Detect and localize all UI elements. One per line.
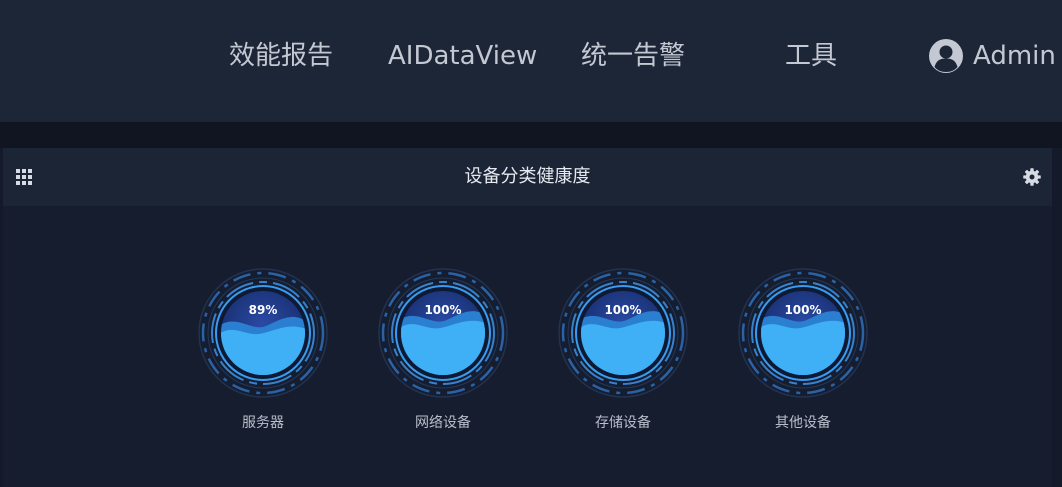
content-gap [0, 122, 1062, 148]
health-gauge: 100% 其他设备 [736, 266, 870, 436]
user-circle-icon [929, 39, 963, 73]
health-gauge: 89% 服务器 [196, 266, 330, 436]
gauge-ring: 100% [738, 268, 868, 398]
gauge-ring: 100% [558, 268, 688, 398]
nav-item-aidataview[interactable]: AIDataView [388, 36, 537, 76]
gauge-label: 网络设备 [415, 415, 471, 431]
nav-item-tools[interactable]: 工具 [785, 36, 837, 76]
nav-item-unified-alarm[interactable]: 统一告警 [581, 36, 685, 76]
gauge-percent: 100% [604, 303, 641, 317]
gauge-label: 存储设备 [595, 415, 651, 431]
health-gauge: 100% 网络设备 [376, 266, 510, 436]
gauge-percent: 100% [784, 303, 821, 317]
gauge-ring: 100% [378, 268, 508, 398]
user-name: Admin [973, 41, 1056, 71]
nav-item-performance-report[interactable]: 效能报告 [229, 36, 333, 76]
device-health-panel: 设备分类健康度 89% 服务器 100% 网络设备 100% 存储设备 100%… [3, 148, 1052, 487]
panel-title: 设备分类健康度 [464, 166, 591, 187]
gauge-label: 其他设备 [775, 415, 831, 431]
gauge-percent: 89% [249, 303, 278, 317]
gear-icon[interactable] [1022, 167, 1042, 187]
user-menu[interactable]: Admin [928, 36, 1056, 76]
health-gauge: 100% 存储设备 [556, 266, 690, 436]
gauge-ring: 89% [198, 268, 328, 398]
gauge-label: 服务器 [242, 415, 284, 431]
gauge-percent: 100% [424, 303, 461, 317]
panel-header: 设备分类健康度 [3, 148, 1052, 206]
top-navigation-bar: 效能报告 AIDataView 统一告警 工具 Admin [0, 0, 1062, 122]
